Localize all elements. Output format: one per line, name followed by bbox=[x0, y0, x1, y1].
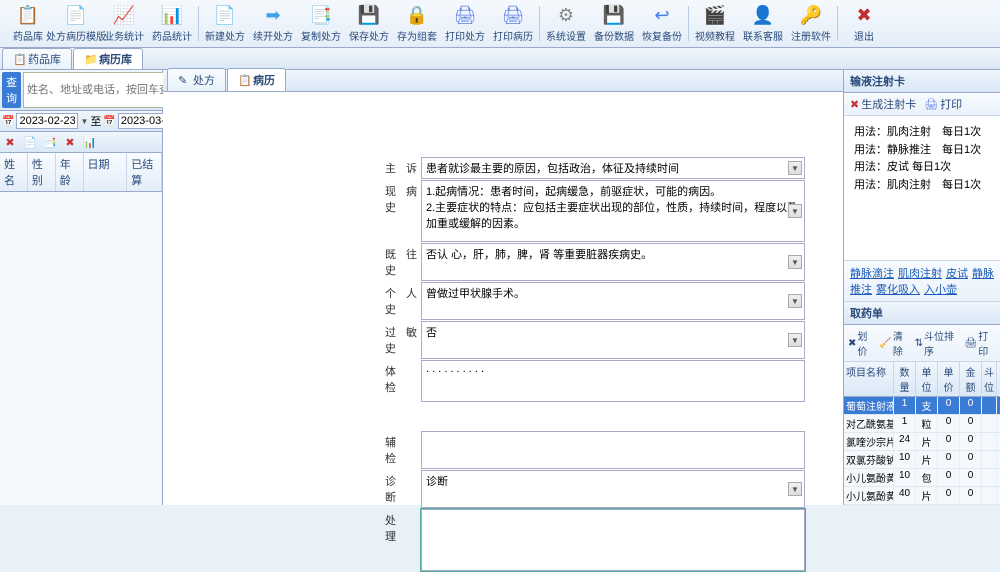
medicine-list-title: 取药单 bbox=[844, 302, 1000, 325]
col-日期[interactable]: 日期 bbox=[84, 153, 128, 191]
form-label-0: 主诉 bbox=[381, 157, 421, 179]
link-静脉滴注[interactable]: 静脉滴注 bbox=[850, 268, 894, 280]
tab-病历库[interactable]: 📁病历库 bbox=[73, 48, 143, 69]
tool-注册软件[interactable]: 🔑注册软件 bbox=[787, 2, 835, 45]
link-雾化吸入[interactable]: 雾化吸入 bbox=[876, 284, 920, 296]
form-label-7: 诊 断 bbox=[381, 470, 421, 508]
form-label-6: 辅 检 bbox=[381, 431, 421, 469]
left-panel: 查询 ⟲ 📅 ▼ 至 📅 ▼ ✖ 📄 📑 ✖ 📊 姓名性别年龄日期已结算 bbox=[0, 70, 163, 505]
tool-处方病历模版[interactable]: 📄处方病历模版 bbox=[52, 2, 100, 45]
tool-恢复备份[interactable]: ↩恢复备份 bbox=[638, 2, 686, 45]
mini-btn-5[interactable]: 📊 bbox=[82, 134, 98, 150]
dropdown-caret[interactable]: ▼ bbox=[788, 333, 802, 347]
tool-打印病历[interactable]: 🖨打印病历 bbox=[489, 2, 537, 45]
center-tab-病历[interactable]: 📋病历 bbox=[227, 68, 286, 91]
med-col-数量[interactable]: 数量 bbox=[894, 362, 916, 396]
center-panel: ✎处方📋病历 主诉患者就诊最主要的原因，包括政治，体征及持续时间▼现病史1.起病… bbox=[163, 70, 843, 505]
med-tb-打印[interactable]: 🖨打印 bbox=[965, 328, 996, 358]
center-tab-处方[interactable]: ✎处方 bbox=[167, 68, 226, 91]
dropdown-caret[interactable]: ▼ bbox=[788, 161, 802, 175]
tool-业务统计[interactable]: 📈业务统计 bbox=[100, 2, 148, 45]
mini-btn-1[interactable]: ✖ bbox=[2, 134, 18, 150]
form-label-1: 现病史 bbox=[381, 180, 421, 242]
tool-药品库[interactable]: 📋药品库 bbox=[4, 2, 52, 45]
form-field-既往史[interactable]: 否认 心，肝，肺，脾，肾 等重要脏器疾病史。▼ bbox=[421, 243, 805, 281]
med-row[interactable]: 葡萄注射液1支00 bbox=[844, 397, 1000, 415]
col-已结算[interactable]: 已结算 bbox=[127, 153, 162, 191]
tool-保存处方[interactable]: 💾保存处方 bbox=[345, 2, 393, 45]
med-col-单价[interactable]: 单价 bbox=[938, 362, 960, 396]
dropdown-caret[interactable]: ▼ bbox=[788, 255, 802, 269]
tool-备份数据[interactable]: 💾备份数据 bbox=[590, 2, 638, 45]
search-label: 查询 bbox=[2, 72, 21, 108]
med-col-单位[interactable]: 单位 bbox=[916, 362, 938, 396]
injection-card-title: 输液注射卡 bbox=[844, 70, 1000, 93]
med-col-金额[interactable]: 金额 bbox=[960, 362, 982, 396]
med-row[interactable]: 小儿氨酚黄...40片00 bbox=[844, 487, 1000, 505]
form-field-个人史[interactable]: 曾做过甲状腺手术。▼ bbox=[421, 282, 805, 320]
date-from-input[interactable] bbox=[16, 113, 78, 129]
tool-视频教程[interactable]: 🎬视频教程 bbox=[691, 2, 739, 45]
tool-续开处方[interactable]: ➡续开处方 bbox=[249, 2, 297, 45]
tool-药品统计[interactable]: 📊药品统计 bbox=[148, 2, 196, 45]
col-姓名[interactable]: 姓名 bbox=[0, 153, 28, 191]
dropdown-caret[interactable]: ▼ bbox=[788, 204, 802, 218]
med-tb-清除[interactable]: 🧹清除 bbox=[879, 328, 910, 358]
dropdown-caret[interactable]: ▼ bbox=[788, 482, 802, 496]
med-col-斗位[interactable]: 斗位 bbox=[982, 362, 997, 396]
mini-btn-2[interactable]: 📄 bbox=[22, 134, 38, 150]
form-field-体检[interactable]: . . . . . . . . . . bbox=[421, 360, 805, 402]
tool-复制处方[interactable]: 📑复制处方 bbox=[297, 2, 345, 45]
mini-btn-4[interactable]: ✖ bbox=[62, 134, 78, 150]
form-field-辅检[interactable] bbox=[421, 431, 805, 469]
med-row[interactable]: 氯喹沙宗片24片00 bbox=[844, 433, 1000, 451]
form-label-3: 个人史 bbox=[381, 282, 421, 320]
right-panel: 输液注射卡 ✖生成注射卡 🖨打印 用法：肌肉注射 每日1次用法：静脉推注 每日1… bbox=[843, 70, 1000, 505]
link-入小壶[interactable]: 入小壶 bbox=[924, 284, 957, 296]
col-性别[interactable]: 性别 bbox=[28, 153, 56, 191]
main-toolbar: 📋药品库📄处方病历模版📈业务统计📊药品统计📄新建处方➡续开处方📑复制处方💾保存处… bbox=[0, 0, 1000, 48]
date-to-label: 至 bbox=[90, 113, 101, 129]
tool-系统设置[interactable]: ⚙系统设置 bbox=[542, 2, 590, 45]
form-field-诊断[interactable]: 诊断▼ bbox=[421, 470, 805, 508]
gen-card-button[interactable]: ✖生成注射卡 bbox=[850, 96, 916, 112]
link-皮试[interactable]: 皮试 bbox=[946, 268, 968, 280]
calendar-icon: 📅 bbox=[2, 116, 14, 127]
usage-list: 用法：肌肉注射 每日1次用法：静脉推注 每日1次用法：皮试 每日1次用法：肌肉注… bbox=[844, 116, 1000, 260]
print-card-button[interactable]: 🖨打印 bbox=[924, 96, 962, 112]
form-label-2: 既往史 bbox=[381, 243, 421, 281]
dropdown-caret[interactable]: ▼ bbox=[788, 294, 802, 308]
form-field-现病史[interactable]: 1.起病情况：患者时间，起病缓急，前驱症状，可能的病因。 2.主要症状的特点：应… bbox=[421, 180, 805, 242]
search-input[interactable] bbox=[23, 72, 173, 108]
tool-联系客服[interactable]: 👤联系客服 bbox=[739, 2, 787, 45]
med-row[interactable]: 对乙酰氨基...1粒00 bbox=[844, 415, 1000, 433]
mini-btn-3[interactable]: 📑 bbox=[42, 134, 58, 150]
tab-药品库[interactable]: 📋药品库 bbox=[2, 48, 72, 69]
form-field-处理[interactable] bbox=[421, 509, 805, 571]
col-年龄[interactable]: 年龄 bbox=[56, 153, 84, 191]
med-row[interactable]: 双氯芬酸钠...10片00 bbox=[844, 451, 1000, 469]
tool-存为组套[interactable]: 🔒存为组套 bbox=[393, 2, 441, 45]
calendar-icon: 📅 bbox=[103, 116, 115, 127]
link-肌肉注射[interactable]: 肌肉注射 bbox=[898, 268, 942, 280]
form-field-过敏史[interactable]: 否▼ bbox=[421, 321, 805, 359]
med-row[interactable]: 小儿氨酚黄...10包00 bbox=[844, 469, 1000, 487]
chevron-down-icon[interactable]: ▼ bbox=[80, 117, 88, 126]
tool-新建处方[interactable]: 📄新建处方 bbox=[201, 2, 249, 45]
tool-退出[interactable]: ✖退出 bbox=[840, 2, 888, 45]
tool-打印处方[interactable]: 🖨打印处方 bbox=[441, 2, 489, 45]
med-col-项目名称[interactable]: 项目名称 bbox=[844, 362, 894, 396]
med-tb-划价[interactable]: ✖划价 bbox=[848, 328, 875, 358]
form-label-8: 处 理 bbox=[381, 509, 421, 571]
form-label-4: 过敏史 bbox=[381, 321, 421, 359]
form-field-主诉[interactable]: 患者就诊最主要的原因，包括政治，体征及持续时间▼ bbox=[421, 157, 805, 179]
top-tabs: 📋药品库📁病历库 bbox=[0, 48, 1000, 70]
form-label-5: 体 检 bbox=[381, 360, 421, 402]
med-tb-斗位排序[interactable]: ⇅斗位排序 bbox=[915, 328, 961, 358]
